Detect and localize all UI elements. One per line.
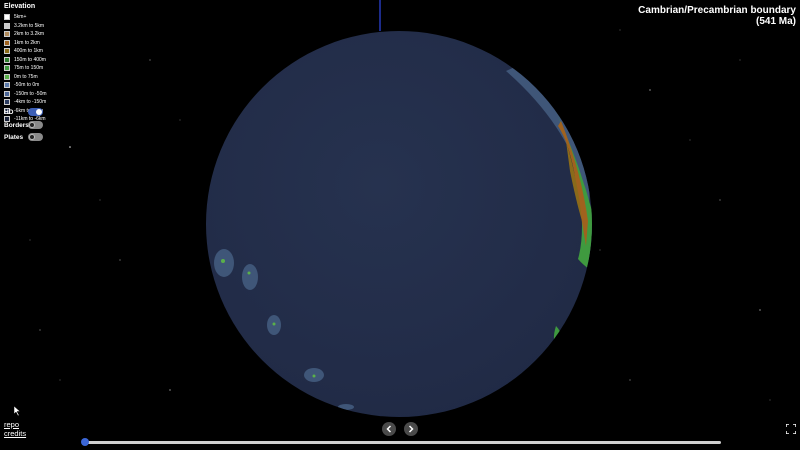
legend-item: 75m to 150m <box>4 64 47 73</box>
toggle-row-borders: Borders <box>4 121 43 129</box>
legend-swatch <box>4 14 10 21</box>
borders-label: Borders <box>4 121 29 129</box>
legend-item: 400m to 1km <box>4 47 47 56</box>
legend-swatch <box>4 39 10 46</box>
toggle-row-hd: HD <box>4 108 43 116</box>
legend-swatch <box>4 82 10 89</box>
legend-item: 5km+ <box>4 13 47 22</box>
legend-label: 3.2km to 5km <box>14 22 45 29</box>
legend-item: 0m to 75m <box>4 73 47 82</box>
credits-link[interactable]: credits <box>4 429 26 439</box>
legend-swatch <box>4 99 10 106</box>
period-name: Cambrian/Precambrian boundary <box>638 5 796 16</box>
legend-item: 150m to 400m <box>4 56 47 65</box>
legend-label: -50m to 0m <box>14 82 40 89</box>
island-1 <box>221 259 225 263</box>
plates-label: Plates <box>4 133 24 141</box>
legend-label: 1km to 2km <box>14 39 40 46</box>
legend-item: 1km to 2km <box>4 39 47 48</box>
hd-toggle[interactable] <box>28 108 43 116</box>
elevation-legend: Elevation 5km+ 3.2km to 5km 2km to 3.2km 1k… <box>4 3 47 124</box>
globe-surface <box>214 31 592 417</box>
island-shelf-2 <box>242 264 258 290</box>
hd-label: HD <box>4 108 14 116</box>
legend-label: -4km to -150m <box>14 99 47 106</box>
legend-title: Elevation <box>4 3 36 10</box>
legend-item: -4km to -150m <box>4 98 47 107</box>
legend-swatch <box>4 73 10 80</box>
toggle-row-plates: Plates <box>4 133 43 141</box>
chevron-left-icon <box>386 425 392 433</box>
earth-globe[interactable] <box>206 31 592 417</box>
legend-label: 0m to 75m <box>14 73 38 80</box>
legend-swatch <box>4 22 10 29</box>
timeline-slider-track[interactable] <box>85 441 721 444</box>
fullscreen-icon[interactable] <box>786 424 796 434</box>
previous-period-button[interactable] <box>382 422 396 436</box>
island-2 <box>247 271 251 275</box>
legend-label: 75m to 150m <box>14 65 44 72</box>
rotation-axis-line <box>379 0 381 31</box>
legend-item: 2km to 3.2km <box>4 30 47 39</box>
legend-item: 3.2km to 5km <box>4 22 47 31</box>
timeline-slider-thumb[interactable] <box>81 438 89 446</box>
legend-label: 5km+ <box>14 14 27 21</box>
legend-swatch <box>4 90 10 97</box>
legend-swatch <box>4 48 10 55</box>
legend-item: -50m to 0m <box>4 81 47 90</box>
mouse-cursor-icon <box>14 406 21 416</box>
legend-item: -150m to -50m <box>4 90 47 99</box>
footer-links: repo credits <box>4 420 26 439</box>
legend-label: 2km to 3.2km <box>14 31 45 38</box>
legend-swatch <box>4 31 10 38</box>
island-3 <box>272 322 276 326</box>
legend-swatch <box>4 56 10 63</box>
next-period-button[interactable] <box>404 422 418 436</box>
legend-swatch <box>4 65 10 72</box>
period-title: Cambrian/Precambrian boundary (541 Ma) <box>638 5 796 27</box>
period-age: (541 Ma) <box>755 16 796 27</box>
legend-label: 400m to 1km <box>14 48 43 55</box>
legend-label: 150m to 400m <box>14 56 46 63</box>
chevron-right-icon <box>408 425 414 433</box>
plates-toggle[interactable] <box>28 133 43 141</box>
island-shelf-1 <box>214 249 234 277</box>
island-4 <box>312 374 316 378</box>
legend-label: -150m to -50m <box>14 90 47 97</box>
borders-toggle[interactable] <box>28 121 43 129</box>
